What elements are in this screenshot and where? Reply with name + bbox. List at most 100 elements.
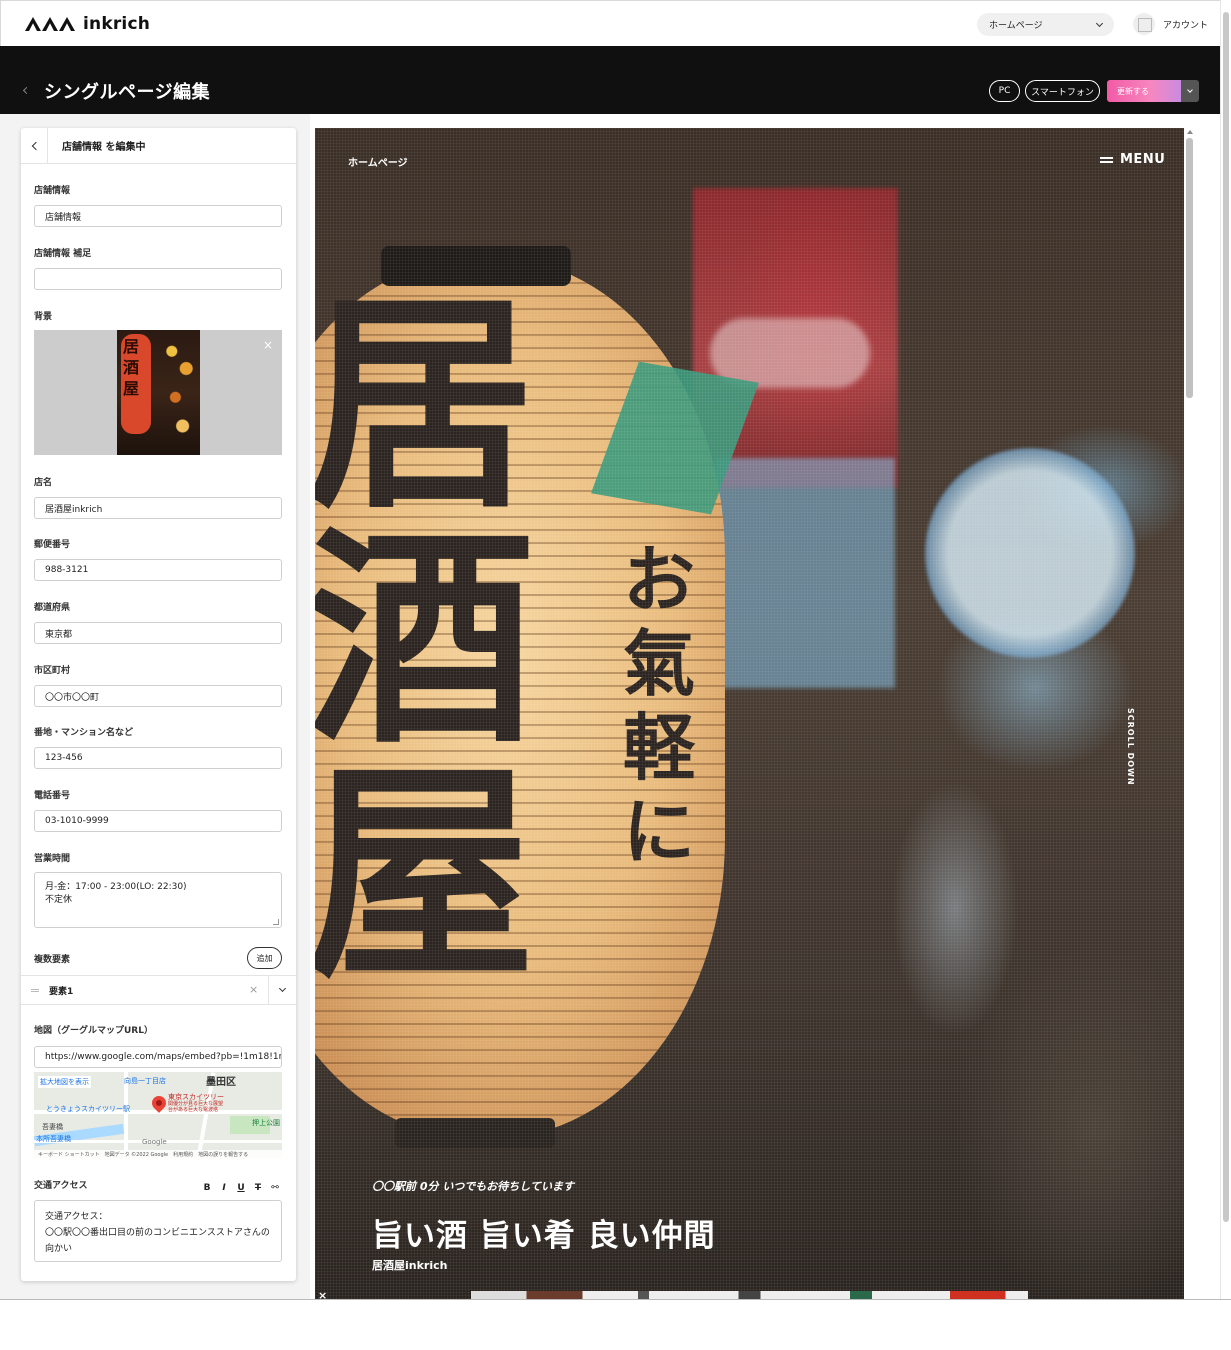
map-enlarge-link[interactable]: 拡大地図を表示 [38, 1076, 91, 1088]
postal-label: 郵便番号 [34, 540, 71, 550]
app-window: inkrich ホームページ アカウント シングルページ編集 PC スマートフォ… [0, 0, 1231, 1350]
map-footer: キーボード ショートカット 地図データ ©2022 Google 利用規約 地図… [34, 1150, 282, 1158]
map-label-azumabashi: 吾妻橋 [42, 1123, 63, 1131]
ad-close-icon[interactable]: × [318, 1289, 327, 1302]
background-thumbnail: 居酒屋 [117, 330, 200, 455]
map-google-logo: Google [142, 1138, 167, 1146]
background-image-field[interactable]: 居酒屋 × [34, 330, 282, 455]
access-line-1: 交通アクセス： [45, 1212, 108, 1222]
page-preview[interactable]: 居酒屋 お氣軽に ホームページ MENU SCROLL DOWN 〇〇駅前 0分… [315, 128, 1184, 1300]
store-info-input[interactable]: 店舗情報 [34, 205, 282, 227]
bold-icon[interactable]: B [203, 1183, 211, 1193]
store-info-sub-label: 店舗情報 補足 [34, 249, 92, 259]
address-input[interactable]: 123-456 [34, 747, 282, 769]
background-label: 背景 [34, 312, 53, 322]
phone-input[interactable]: 03-1010-9999 [34, 810, 282, 832]
close-icon[interactable]: × [263, 338, 273, 352]
scroll-up-icon[interactable] [1187, 130, 1193, 134]
map-label-station: 向島一丁目店 [124, 1077, 166, 1085]
smartphone-view-button[interactable]: スマートフォン [1025, 80, 1100, 102]
logo[interactable]: inkrich [25, 14, 150, 34]
pc-view-button[interactable]: PC [989, 80, 1020, 102]
drag-handle-icon[interactable] [31, 988, 39, 992]
account-menu[interactable]: アカウント [1133, 13, 1208, 35]
chevron-down-icon [1095, 19, 1104, 27]
map-label-solamachi: とうきょうスカイツリー駅 [46, 1105, 130, 1113]
preview-blue-light [715, 458, 895, 688]
thumbnail-lights [161, 334, 197, 449]
page-select[interactable]: ホームページ [977, 13, 1114, 36]
account-label: アカウント [1163, 20, 1209, 31]
preview-scrollbar[interactable] [1184, 128, 1196, 1300]
lantern-side-text: お氣軽に [623, 537, 696, 874]
map-embed[interactable]: 拡大地図を表示 向島一丁目店 墨田区 東京スカイツリー 関優分が見る巨大な展望 … [34, 1072, 282, 1158]
window-bottom-edge [0, 1299, 1231, 1300]
hamburger-icon [1100, 156, 1113, 163]
lantern-main-text: 居酒屋 [315, 270, 536, 1010]
title-bar: シングルページ編集 PC スマートフォン 更新する [0, 46, 1220, 114]
avatar [1133, 13, 1155, 35]
city-input[interactable]: 〇〇市〇〇町 [34, 685, 282, 707]
access-label: 交通アクセス [34, 1181, 88, 1191]
chevron-down-icon [278, 984, 287, 993]
phone-label: 電話番号 [34, 791, 71, 801]
logo-text: inkrich [83, 14, 151, 34]
map-label-honjo: 本所吾妻橋 [36, 1135, 71, 1143]
preview-clock [925, 448, 1135, 658]
preview-store-name: 居酒屋inkrich [372, 1259, 448, 1272]
map-label-skytree-sub2: 台がある巨大な電波塔 [168, 1107, 219, 1113]
logo-mark-icon [25, 17, 75, 31]
map-label-oshiage: 押上公園 [252, 1119, 280, 1127]
preview-scroll-thumb[interactable] [1186, 138, 1193, 398]
preview-nav-home[interactable]: ホームページ [348, 154, 408, 169]
page-title: シングルページ編集 [44, 82, 211, 103]
panel-back-button[interactable] [21, 128, 48, 164]
store-info-label: 店舗情報 [34, 186, 71, 196]
city-label: 市区町村 [34, 666, 71, 676]
postal-input[interactable]: 988-3121 [34, 559, 282, 581]
update-button[interactable]: 更新する [1107, 80, 1181, 102]
hours-line-1: 月-金：17:00 - 23:00(LO: 22:30) [45, 882, 187, 892]
hours-textarea[interactable]: 月-金：17:00 - 23:00(LO: 22:30) 不定休 [34, 872, 282, 928]
remove-icon[interactable]: × [249, 983, 258, 996]
map-label-ward: 墨田区 [206, 1077, 236, 1088]
chevron-down-icon [1187, 86, 1193, 93]
map-url-input[interactable]: https://www.google.com/maps/embed?pb=!1m… [34, 1046, 282, 1068]
prefecture-input[interactable]: 東京都 [34, 622, 282, 644]
store-name-label: 店名 [34, 478, 53, 488]
map-label: 地図（グーグルマップURL） [34, 1026, 153, 1036]
back-arrow-icon[interactable] [22, 86, 31, 95]
panel-heading: 店舗情報 を編集中 [62, 142, 146, 153]
scroll-down-indicator: SCROLL DOWN [1126, 708, 1135, 786]
preview-menu-button[interactable]: MENU [1100, 152, 1165, 167]
access-line-2: 〇〇駅〇〇番出口目の前のコンビニエンスストアさんの向かい [45, 1228, 270, 1254]
thumbnail-lantern-text: 居酒屋 [123, 337, 140, 398]
preview-subtitle: 〇〇駅前 0分 いつでもお待ちしています [372, 1180, 574, 1193]
rich-text-toolbar: B I U T ⚯ [203, 1183, 279, 1193]
access-editor[interactable]: 交通アクセス： 〇〇駅〇〇番出口目の前のコンビニエンスストアさんの向かい [34, 1200, 282, 1262]
store-info-sub-input[interactable] [34, 268, 282, 290]
window-scrollbar[interactable] [1220, 0, 1231, 1300]
store-name-input[interactable]: 居酒屋inkrich [34, 497, 282, 519]
preview-headline: 旨い酒 旨い肴 良い仲間 [372, 1218, 716, 1254]
resize-handle-icon[interactable] [273, 919, 279, 925]
hours-line-2: 不定休 [45, 895, 73, 905]
top-bar: inkrich ホームページ アカウント [0, 0, 1231, 46]
repeat-item-label: 要素1 [49, 986, 74, 997]
edit-panel: 店舗情報 を編集中 店舗情報 店舗情報 店舗情報 補足 背景 居酒屋 × 店名 … [21, 128, 296, 1281]
link-icon[interactable]: ⚯ [271, 1183, 279, 1193]
underline-icon[interactable]: U [237, 1183, 245, 1193]
lantern-bottom [395, 1118, 555, 1148]
add-button[interactable]: 追加 [247, 947, 282, 969]
panel-header: 店舗情報 を編集中 [21, 128, 296, 164]
strikethrough-icon[interactable]: T [254, 1183, 262, 1193]
prefecture-label: 都道府県 [34, 603, 71, 613]
italic-icon[interactable]: I [220, 1183, 228, 1193]
window-scroll-thumb[interactable] [1223, 12, 1229, 1222]
repeat-item-row[interactable]: 要素1 × [21, 975, 296, 1005]
update-dropdown-button[interactable] [1181, 80, 1199, 102]
repeat-label: 複数要素 [34, 955, 71, 965]
expand-toggle[interactable] [268, 976, 296, 1004]
address-label: 番地・マンション名など [34, 728, 134, 738]
page-select-value: ホームページ [989, 21, 1043, 31]
